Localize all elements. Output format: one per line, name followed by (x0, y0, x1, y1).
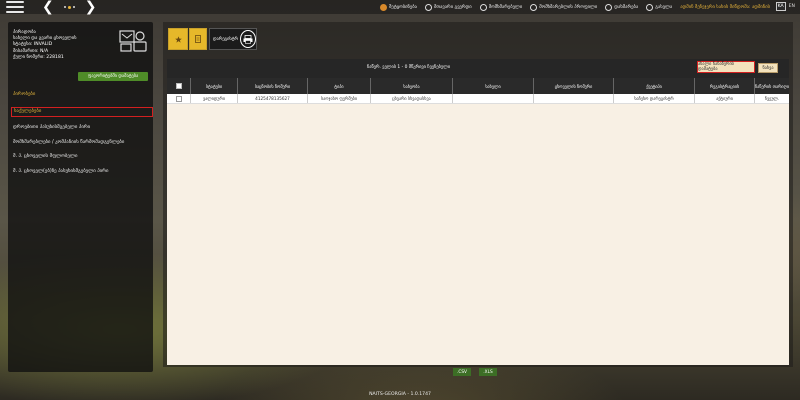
language-switch: KA EN (775, 2, 796, 11)
table-cell: აქტიური (695, 94, 755, 103)
table-cell: საოჯახო ფერმები (308, 94, 371, 103)
top-menu-label: გასვლა (655, 4, 673, 10)
table-cell: 4125478135627 (238, 94, 308, 103)
version-label: NAITS-GEORGIA - 1.0.1747 (369, 392, 431, 397)
top-menu-notifications[interactable]: შეტყობინება (380, 3, 417, 11)
top-menu-label: მომხმარებელი (488, 4, 523, 10)
top-menu-home[interactable]: მთავარი გვერდი (424, 3, 472, 11)
lang-en[interactable]: EN (788, 3, 796, 10)
row-checkbox[interactable] (175, 95, 182, 102)
header-select-all (167, 78, 191, 94)
table-cell (534, 94, 614, 103)
table-cell: ჩვეულ. (764, 96, 780, 101)
top-menu-help[interactable]: დახმარება (605, 3, 639, 11)
add-record-button[interactable]: ახალი ჩანაწერის დამატება (697, 61, 755, 73)
table-row[interactable]: ვალიდური 4125478135627 საოჯახო ფერმები ც… (167, 94, 789, 104)
table-cell: ვალიდური (191, 94, 238, 103)
grid-title-bar: ჩაწერ. ველის 1 - 0 მწკრივი ჩვენებული ახა… (167, 59, 789, 78)
user-name[interactable]: ადმინ მენეჯერი სახის მიწდომა: ადმინის (680, 5, 770, 10)
lang-ka[interactable]: KA (775, 2, 786, 11)
top-bar: ❮ ❯ შეტყობინება მთავარი გვერდი მომხმარებ… (0, 0, 800, 14)
top-menu-user[interactable]: მომხმარებელი (479, 3, 523, 11)
top-menu-label: შეტყობინება (389, 4, 417, 10)
add-to-favorites-button[interactable]: ფავორიტებში დამატება (78, 72, 148, 81)
column-header[interactable]: ტიპი (308, 78, 371, 94)
tile-star[interactable] (168, 28, 188, 50)
object-info: პირადობა სახელი და გვარი ცხოველის სტატუს… (13, 30, 77, 61)
profile-icon (530, 3, 538, 11)
top-menu-label: დახმარება (614, 4, 639, 10)
export-xls-button[interactable]: .XLS (479, 368, 497, 376)
logout-icon (646, 3, 654, 11)
column-header[interactable]: სახელი (453, 78, 534, 94)
user-icon (479, 3, 487, 11)
bell-icon (380, 3, 388, 11)
left-menu-item-animal-owner[interactable]: მ. პ. ცხოველის მფლობელი (13, 154, 153, 160)
row-select (167, 94, 191, 103)
export-buttons: .CSV .XLS (453, 368, 497, 376)
top-menu-label: მომხმარებლის პროფილი (539, 4, 598, 10)
home-icon (424, 3, 432, 11)
top-menu-profile[interactable]: მომხმარებლის პროფილი (530, 3, 598, 11)
grid-header: სტატუსი საცნობის ნომერი ტიპი სახეობა სახ… (167, 78, 789, 94)
select-all-checkbox[interactable] (175, 83, 182, 89)
help-icon (605, 3, 613, 11)
left-menu-item-animal-keeper[interactable]: მ. პ. ცხოველ(ებ)ზე პასუხისმგებელი პირი (13, 169, 153, 175)
column-header[interactable]: ჩაწერის თარიღი (755, 78, 789, 94)
arrow-left-icon[interactable]: ❮ (42, 0, 54, 14)
column-header[interactable]: საცნობის ნომერი (238, 78, 308, 94)
view-button[interactable]: ნახვა (758, 63, 778, 73)
left-menu: პირობები საქულებები დროებითი პასუხისმგებ… (11, 92, 153, 183)
grid-title: ჩაწერ. ველის 1 - 0 მწკრივი ჩვენებული (367, 65, 451, 70)
nav-arrows: ❮ ❯ (42, 0, 96, 14)
column-header[interactable]: სტატუსი (191, 78, 238, 94)
arrow-right-icon[interactable]: ❯ (85, 0, 97, 14)
left-menu-item-users-representatives[interactable]: მომხმარებლები / კომპანიის წარმომადგენლებ… (13, 140, 153, 146)
info-line: ქული ნომერი: 228181 (13, 54, 64, 60)
top-menu-label: მთავარი გვერდი (433, 4, 472, 10)
tile-register[interactable]: დარეგისტრ (209, 28, 257, 50)
left-panel: პირადობა სახელი და გვარი ცხოველის სტატუს… (8, 22, 153, 372)
export-csv-button[interactable]: .CSV (453, 368, 471, 376)
table-cell (453, 94, 534, 103)
animal-holding-icon (119, 30, 147, 52)
left-menu-item-holdings[interactable]: საქულებები (11, 106, 153, 117)
tile-register-label: დარეგისტრ (213, 36, 239, 42)
data-grid: ჩაწერ. ველის 1 - 0 მწკრივი ჩვენებული ახა… (167, 59, 789, 365)
column-header[interactable]: ცხოველის ნომერი (534, 78, 614, 94)
hamburger-menu-icon[interactable] (6, 1, 24, 13)
column-header[interactable]: სახეობა (371, 78, 453, 94)
column-header[interactable]: ქვეტიპი (614, 78, 695, 94)
tile-document[interactable] (189, 28, 207, 50)
top-menu: შეტყობინება მთავარი გვერდი მომხმარებელი … (380, 0, 770, 14)
column-header[interactable]: რეგისტრაციის (695, 78, 755, 94)
top-menu-logout[interactable]: გასვლა (646, 3, 673, 11)
document-icon (195, 35, 201, 43)
main-panel: დარეგისტრ ჩაწერ. ველის 1 - 0 მწკრივი ჩვე… (163, 22, 793, 367)
left-menu-item-temporary-responsible[interactable]: დროებითი პასუხისმგებელი პირი (13, 125, 153, 131)
printer-icon (240, 30, 256, 48)
left-menu-item-conditions[interactable]: პირობები (13, 92, 153, 98)
pager-dots (63, 5, 75, 9)
star-icon (174, 35, 182, 43)
table-cell: საჩეხო დარეგისტრ (614, 94, 695, 103)
table-cell: ცხვარი სხვადასხვა (371, 94, 453, 103)
